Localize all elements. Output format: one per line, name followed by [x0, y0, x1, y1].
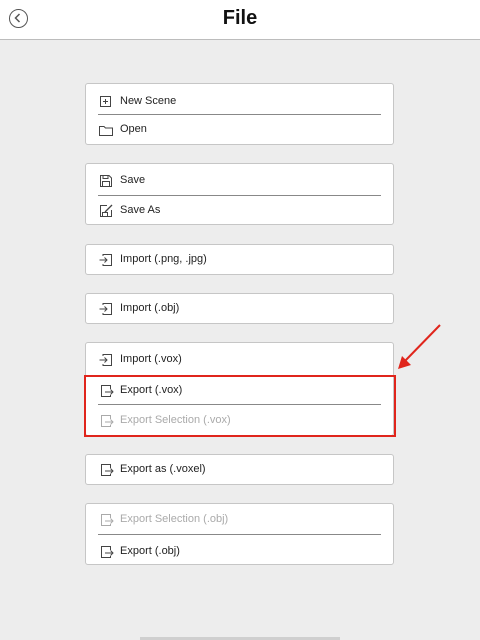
- export-icon: [101, 514, 114, 526]
- highlight-box: [84, 375, 396, 437]
- import-icon: [99, 254, 112, 266]
- export-icon: [101, 464, 114, 476]
- menu-item-label: New Scene: [120, 95, 177, 107]
- file-group-import-obj: Import (.obj): [85, 293, 394, 324]
- menu-item-export-selection-obj[interactable]: Export Selection (.obj): [86, 505, 393, 533]
- menu-item-label: Export as (.voxel): [120, 463, 206, 475]
- menu-item-label: Import (.vox): [120, 353, 182, 365]
- menu-item-label: Import (.png, .jpg): [120, 253, 207, 265]
- menu-item-label: Import (.obj): [120, 302, 180, 314]
- export-icon: [101, 546, 114, 558]
- floppy-icon: [100, 175, 112, 187]
- menu-item-export-voxel[interactable]: Export as (.voxel): [86, 455, 393, 483]
- header-bar: File: [0, 0, 480, 40]
- menu-item-save[interactable]: Save: [86, 166, 393, 194]
- menu-item-open[interactable]: Open: [86, 115, 393, 143]
- file-group-new-open: New Scene Open: [85, 83, 394, 145]
- file-group-export-voxel: Export as (.voxel): [85, 454, 394, 485]
- menu-item-save-as[interactable]: Save As: [86, 196, 393, 224]
- menu-item-label: Open: [120, 123, 147, 135]
- import-icon: [99, 354, 112, 366]
- menu-item-export-obj[interactable]: Export (.obj): [86, 537, 393, 565]
- edit-save-icon: [100, 204, 113, 217]
- menu-item-import-vox[interactable]: Import (.vox): [86, 345, 393, 373]
- menu-item-new-scene[interactable]: New Scene: [86, 87, 393, 115]
- menu-item-label: Export (.obj): [120, 545, 180, 557]
- plus-square-icon: [100, 96, 111, 107]
- menu-item-import-obj[interactable]: Import (.obj): [86, 294, 393, 322]
- file-group-import-image: Import (.png, .jpg): [85, 244, 394, 275]
- folder-icon: [99, 126, 113, 136]
- file-group-export-obj: Export Selection (.obj) Export (.obj): [85, 503, 394, 565]
- import-icon: [99, 303, 112, 315]
- divider: [98, 534, 381, 535]
- menu-item-label: Save As: [120, 204, 161, 216]
- menu-item-import-image[interactable]: Import (.png, .jpg): [86, 245, 393, 273]
- file-group-save: Save Save As: [85, 163, 394, 225]
- menu-item-label: Export Selection (.obj): [120, 513, 229, 525]
- menu-item-label: Save: [120, 174, 146, 186]
- page-title: File: [222, 7, 258, 29]
- annotation-arrow-icon: [398, 324, 441, 369]
